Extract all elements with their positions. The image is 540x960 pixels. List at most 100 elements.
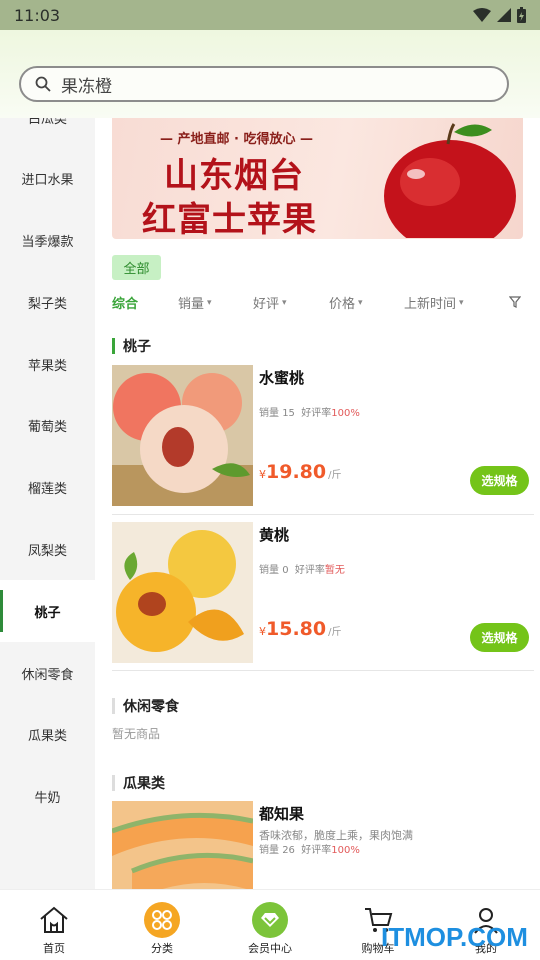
signal-icon bbox=[497, 8, 511, 22]
section-bar bbox=[112, 338, 115, 354]
sidebar-item-label: 牛奶 bbox=[34, 790, 61, 806]
sort-rating[interactable]: 好评 ▾ bbox=[253, 293, 287, 312]
category-sidebar: 白瓜类 进口水果 当季爆款 梨子类 苹果类 葡萄类 榴莲类 凤梨类 桃子 休闲零… bbox=[0, 118, 95, 889]
price-unit: /斤 bbox=[328, 627, 342, 638]
sidebar-item[interactable]: 苹果类 bbox=[0, 333, 95, 395]
filter-chip-all[interactable]: 全部 bbox=[112, 255, 161, 280]
nav-label: 会员中心 bbox=[248, 942, 292, 955]
melon-image bbox=[112, 801, 253, 889]
section-title: 桃子 bbox=[112, 336, 151, 356]
sort-comprehensive[interactable]: 综合 bbox=[112, 293, 138, 312]
sales-label: 销量 bbox=[259, 408, 279, 419]
product-stats: 销量 0 好评率暂无 bbox=[259, 561, 345, 576]
search-header bbox=[0, 30, 540, 118]
sidebar-item[interactable]: 进口水果 bbox=[0, 147, 95, 209]
sidebar-item[interactable]: 白瓜类 bbox=[0, 118, 95, 148]
battery-icon bbox=[517, 7, 526, 23]
section-title-text: 休闲零食 bbox=[123, 699, 179, 715]
product-name: 水蜜桃 bbox=[259, 369, 305, 387]
sidebar-item-label: 进口水果 bbox=[21, 172, 74, 188]
sales-label: 销量 bbox=[259, 845, 279, 856]
product-stats: 销量 26 好评率100% bbox=[259, 841, 360, 856]
member-icon bbox=[252, 902, 288, 938]
section-bar bbox=[112, 775, 115, 791]
search-box[interactable] bbox=[19, 66, 509, 102]
product-card[interactable]: 都知果 香味浓郁，脆度上乘，果肉饱满 销量 26 好评率100% bbox=[112, 801, 534, 889]
sidebar-item-label: 凤梨类 bbox=[27, 543, 67, 559]
product-stats: 销量 15 好评率100% bbox=[259, 404, 360, 419]
product-card[interactable]: 黄桃 销量 0 好评率暂无 ¥15.80/斤 选规格 bbox=[112, 522, 534, 665]
nav-member[interactable]: 会员中心 bbox=[216, 890, 324, 960]
select-spec-button[interactable]: 选规格 bbox=[470, 466, 529, 495]
promo-banner[interactable]: — 产地直邮 · 吃得放心 — 山东烟台 红富士苹果 bbox=[112, 118, 523, 239]
caret-down-icon: ▾ bbox=[459, 297, 464, 308]
product-card[interactable]: 水蜜桃 销量 15 好评率100% ¥19.80/斤 选规格 bbox=[112, 365, 534, 508]
sidebar-item[interactable]: 休闲零食 bbox=[0, 642, 95, 704]
sidebar-item-label: 白瓜类 bbox=[27, 118, 67, 127]
sidebar-item-label: 苹果类 bbox=[27, 358, 67, 374]
sidebar-item[interactable]: 瓜果类 bbox=[0, 703, 95, 765]
banner-title-line2: 红富士苹果 bbox=[142, 200, 317, 239]
section-title-text: 瓜果类 bbox=[123, 776, 165, 792]
sort-label: 好评 bbox=[253, 297, 280, 312]
divider bbox=[112, 514, 534, 515]
sidebar-item-label: 葡萄类 bbox=[27, 419, 67, 435]
banner-title-line1: 山东烟台 bbox=[164, 156, 304, 196]
filter-icon[interactable] bbox=[509, 296, 521, 308]
rating-label: 好评率 bbox=[301, 845, 332, 856]
sales-count: 15 bbox=[282, 408, 295, 419]
sales-label: 销量 bbox=[259, 565, 279, 576]
sidebar-item-label: 瓜果类 bbox=[27, 728, 67, 744]
nav-home[interactable]: 首页 bbox=[0, 890, 108, 960]
empty-text: 暂无商品 bbox=[112, 727, 161, 741]
product-name: 都知果 bbox=[259, 805, 305, 823]
sidebar-item[interactable]: 梨子类 bbox=[0, 271, 95, 333]
sort-label: 价格 bbox=[329, 297, 356, 312]
section-title: 瓜果类 bbox=[112, 773, 165, 793]
status-bar: 11:03 bbox=[0, 0, 540, 30]
sidebar-item[interactable]: 当季爆款 bbox=[0, 209, 95, 271]
sort-label: 销量 bbox=[178, 297, 205, 312]
sidebar-item[interactable]: 牛奶 bbox=[0, 765, 95, 827]
nav-label: 首页 bbox=[43, 942, 65, 955]
sales-count: 0 bbox=[282, 565, 289, 576]
section-title: 休闲零食 bbox=[112, 696, 179, 716]
rating-label: 好评率 bbox=[294, 565, 325, 576]
divider bbox=[112, 670, 534, 671]
sort-newest[interactable]: 上新时间 ▾ bbox=[404, 293, 464, 312]
sidebar-item[interactable]: 葡萄类 bbox=[0, 394, 95, 456]
search-icon bbox=[35, 76, 51, 92]
sort-bar: 综合 销量 ▾ 好评 ▾ 价格 ▾ 上新时间 ▾ bbox=[95, 289, 540, 319]
search-input[interactable] bbox=[61, 74, 461, 94]
caret-down-icon: ▾ bbox=[358, 297, 363, 308]
sidebar-item-label: 休闲零食 bbox=[21, 667, 74, 683]
sidebar-item[interactable]: 凤梨类 bbox=[0, 518, 95, 580]
nav-category[interactable]: 分类 bbox=[108, 890, 216, 960]
product-list: — 产地直邮 · 吃得放心 — 山东烟台 红富士苹果 全部 综合 销量 ▾ 好评 ▾… bbox=[95, 118, 540, 889]
sidebar-item[interactable]: 榴莲类 bbox=[0, 456, 95, 518]
product-price: ¥19.80/斤 bbox=[259, 461, 341, 483]
product-name: 黄桃 bbox=[259, 526, 290, 544]
sidebar-item-active[interactable]: 桃子 bbox=[0, 580, 95, 642]
rating-label: 好评率 bbox=[301, 408, 332, 419]
status-icons bbox=[473, 7, 526, 23]
sort-price[interactable]: 价格 ▾ bbox=[329, 293, 363, 312]
nav-icon-wrap bbox=[252, 902, 288, 938]
sidebar-item-label: 梨子类 bbox=[27, 296, 67, 312]
sidebar-item-label: 桃子 bbox=[34, 605, 61, 621]
nav-icon-wrap bbox=[144, 902, 180, 938]
price-unit: /斤 bbox=[328, 470, 342, 481]
sidebar-item-label: 当季爆款 bbox=[21, 234, 74, 250]
nav-icon-wrap bbox=[36, 902, 72, 938]
currency: ¥ bbox=[259, 468, 266, 481]
sales-count: 26 bbox=[282, 845, 295, 856]
sort-label: 上新时间 bbox=[404, 297, 457, 312]
select-spec-button[interactable]: 选规格 bbox=[470, 623, 529, 652]
category-icon bbox=[144, 902, 180, 938]
status-time: 11:03 bbox=[14, 5, 61, 25]
yellow-peach-image bbox=[112, 522, 253, 663]
rating-value: 暂无 bbox=[324, 565, 345, 576]
peach-image bbox=[112, 365, 253, 506]
price-value: 15.80 bbox=[266, 618, 327, 640]
sort-sales[interactable]: 销量 ▾ bbox=[178, 293, 212, 312]
